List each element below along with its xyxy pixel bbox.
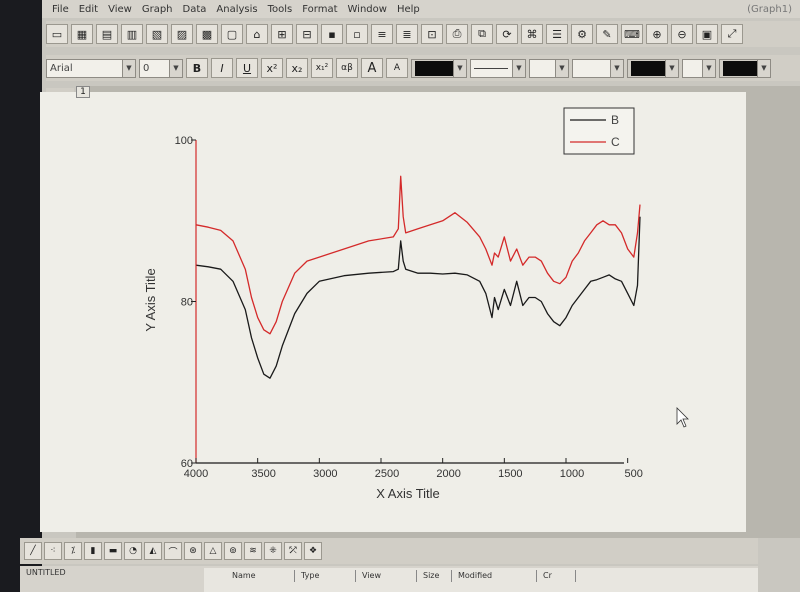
- explorer-dropdown[interactable]: Cr: [537, 570, 576, 582]
- project-name[interactable]: UNTITLED: [26, 568, 66, 577]
- project-explorer: UNTITLED Name Type View Size Modified Cr: [20, 566, 758, 592]
- plot-svg: 4000 3500 3000 2500 2000 1500 1000 5006080100 X…: [143, 107, 689, 501]
- y-tick-label: 80: [181, 297, 193, 309]
- series-line-b[interactable]: [195, 216, 641, 379]
- x-tick-label: 3000: [313, 468, 337, 480]
- column-plot-icon[interactable]: ▮: [84, 542, 102, 560]
- legend[interactable]: B C: [563, 107, 635, 155]
- x-tick-label: 500: [624, 468, 642, 480]
- x-tick-label: 2500: [375, 468, 399, 480]
- x-axis-title[interactable]: X Axis Title: [376, 486, 440, 501]
- x-tick-label: 1000: [560, 468, 584, 480]
- legend-box: [563, 107, 635, 155]
- mouse-cursor-icon: [676, 407, 689, 428]
- y-tick-label: 60: [181, 458, 193, 470]
- contour-plot-icon[interactable]: ⊚: [224, 542, 242, 560]
- curve-plot-icon[interactable]: ⌒: [164, 542, 182, 560]
- x-tick-label: 1500: [498, 468, 522, 480]
- line-symbol-plot-icon[interactable]: ⁒: [64, 542, 82, 560]
- error-bar-icon[interactable]: ⁜: [264, 542, 282, 560]
- x-tick-label: 3500: [251, 468, 275, 480]
- ternary-plot-icon[interactable]: △: [204, 542, 222, 560]
- x-tick-label: 2000: [436, 468, 460, 480]
- area-plot-icon[interactable]: ◭: [144, 542, 162, 560]
- bar-plot-icon[interactable]: ▬: [104, 542, 122, 560]
- column-name[interactable]: Name: [226, 570, 295, 582]
- polar-plot-icon[interactable]: ⊛: [184, 542, 202, 560]
- waterfall-plot-icon[interactable]: ≋: [244, 542, 262, 560]
- legend-label-c: C: [611, 135, 620, 149]
- legend-label-b: B: [611, 113, 619, 127]
- template-library-icon[interactable]: ❖: [304, 542, 322, 560]
- line-plot-icon[interactable]: ╱: [24, 542, 42, 560]
- column-type[interactable]: Type: [295, 570, 356, 582]
- project-columns: Name Type View Size Modified Cr: [226, 570, 576, 582]
- graph-type-toolbar: ╱ ⁖ ⁒ ▮ ▬ ◔ ◭ ⌒ ⊛ △ ⊚ ≋ ⁜ ⤱ ❖: [20, 538, 758, 564]
- series-layer: [195, 175, 641, 379]
- series-line-c[interactable]: [195, 175, 641, 335]
- column-view[interactable]: View: [356, 570, 417, 582]
- column-modified[interactable]: Modified: [452, 570, 537, 582]
- vector-plot-icon[interactable]: ⤱: [284, 542, 302, 560]
- y-axis-title[interactable]: Y Axis Title: [143, 268, 158, 331]
- axes-layer: [195, 140, 624, 464]
- pie-chart-icon[interactable]: ◔: [124, 542, 142, 560]
- column-size[interactable]: Size: [417, 570, 452, 582]
- scatter-plot-icon[interactable]: ⁖: [44, 542, 62, 560]
- y-tick-label: 100: [175, 135, 193, 147]
